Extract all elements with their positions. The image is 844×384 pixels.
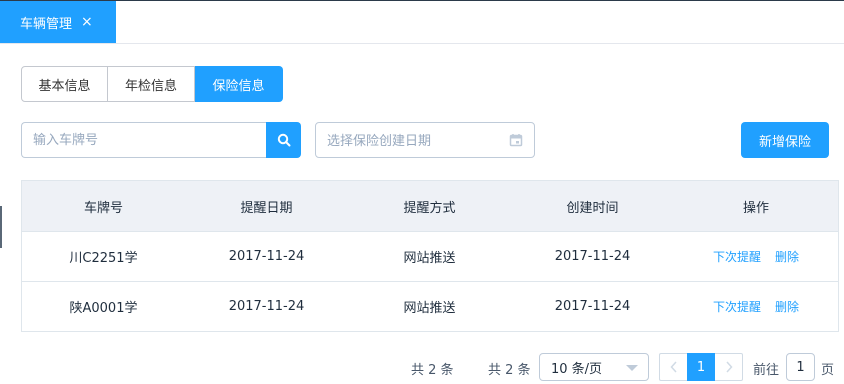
cell-actions: 下次提醒 删除	[674, 298, 838, 315]
prev-page-button[interactable]	[659, 353, 687, 381]
cell-remind-date: 2017-11-24	[228, 299, 305, 314]
page-number-button[interactable]: 1	[687, 353, 715, 381]
pagination-total-secondary: 共 2 条	[488, 363, 531, 378]
cell-remind-method: 网站推送	[403, 301, 456, 316]
column-header-remind-method: 提醒方式	[403, 200, 456, 216]
cell-created-time: 2017-11-24	[554, 249, 631, 264]
tab-bar: 车辆管理 ×	[0, 1, 844, 44]
info-segmented-control: 基本信息 年检信息 保险信息	[21, 66, 283, 102]
insurance-date-input[interactable]	[316, 123, 509, 159]
next-remind-link[interactable]: 下次提醒	[713, 248, 761, 265]
cell-plate: 陕A0001学	[69, 301, 138, 316]
plate-search	[21, 122, 301, 158]
cell-remind-method: 网站推送	[403, 251, 456, 266]
insurance-date-picker[interactable]	[315, 122, 535, 159]
cell-actions: 下次提醒 删除	[674, 248, 838, 265]
chevron-left-icon	[669, 361, 677, 373]
column-header-created-time: 创建时间	[566, 200, 619, 216]
chevron-down-icon	[626, 365, 638, 371]
delete-link[interactable]: 删除	[775, 298, 799, 315]
side-drag-handle	[0, 206, 2, 248]
goto-label: 前往	[753, 363, 780, 378]
insurance-table: 车牌号 提醒日期 提醒方式 创建时间 操作 川C2251学 2017-11-24…	[21, 180, 839, 332]
table-row: 陕A0001学 2017-11-24 网站推送 2017-11-24 下次提醒 …	[22, 281, 838, 331]
chevron-right-icon	[725, 361, 733, 373]
search-icon	[277, 133, 290, 147]
column-header-actions: 操作	[742, 200, 769, 216]
close-icon[interactable]: ×	[81, 15, 93, 29]
search-button[interactable]	[266, 122, 301, 158]
table-header-row: 车牌号 提醒日期 提醒方式 创建时间 操作	[22, 181, 838, 231]
cell-remind-date: 2017-11-24	[228, 249, 305, 264]
plate-search-input[interactable]	[21, 122, 267, 158]
cell-plate: 川C2251学	[69, 251, 138, 266]
next-page-button[interactable]	[715, 353, 743, 381]
segment-annual-inspection[interactable]: 年检信息	[108, 66, 195, 102]
table-row: 川C2251学 2017-11-24 网站推送 2017-11-24 下次提醒 …	[22, 231, 838, 281]
tab-vehicle-management[interactable]: 车辆管理 ×	[0, 1, 116, 43]
segment-basic-info[interactable]: 基本信息	[21, 66, 108, 102]
page-unit-label: 页	[821, 363, 835, 378]
delete-link[interactable]: 删除	[775, 248, 799, 265]
calendar-icon	[509, 134, 523, 147]
cell-created-time: 2017-11-24	[554, 299, 631, 314]
pagination-total: 共 2 条	[411, 363, 454, 378]
goto-page-input[interactable]	[786, 353, 815, 381]
add-insurance-button[interactable]: 新增保险	[741, 122, 829, 158]
pagination: 共 2 条 共 2 条 10 条/页 1 前往 页	[0, 352, 844, 382]
segment-insurance-info[interactable]: 保险信息	[195, 66, 283, 102]
next-remind-link[interactable]: 下次提醒	[713, 298, 761, 315]
column-header-remind-date: 提醒日期	[240, 200, 293, 216]
tab-label: 车辆管理	[20, 16, 73, 32]
page-size-select[interactable]: 10 条/页	[539, 353, 649, 381]
page-size-value: 10 条/页	[551, 361, 603, 377]
column-header-plate: 车牌号	[83, 200, 123, 216]
